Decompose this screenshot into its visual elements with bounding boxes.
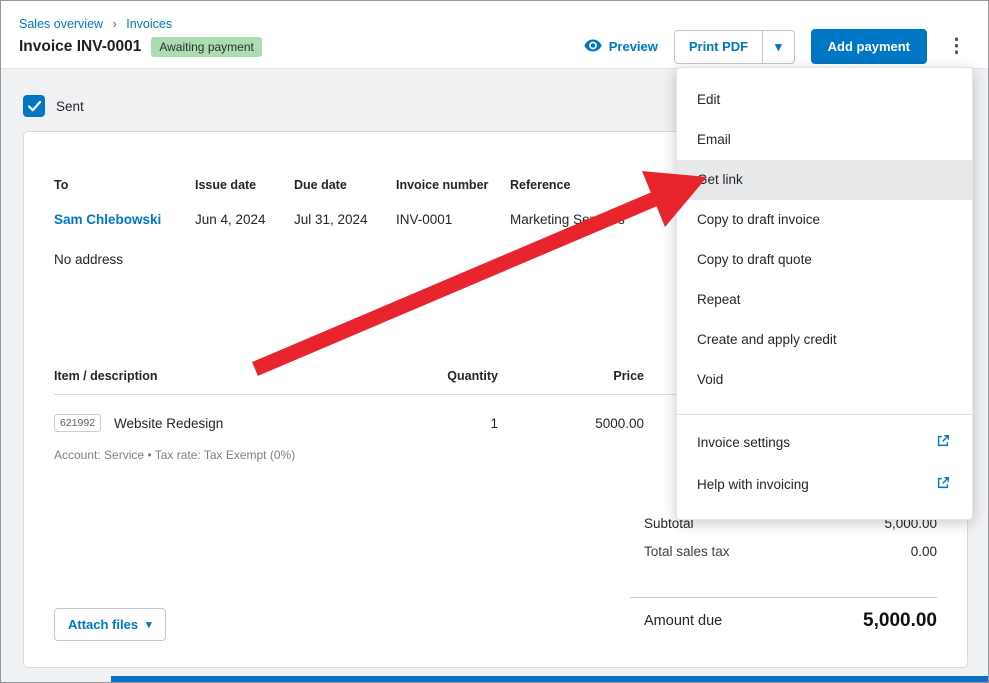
- field-reference-value: Marketing Services: [510, 212, 625, 227]
- invoice-page: Sales overview › Invoices Invoice INV-00…: [0, 0, 989, 683]
- field-reference: Reference Marketing Services: [510, 178, 625, 227]
- field-due-date-label: Due date: [294, 178, 347, 192]
- add-payment-button[interactable]: Add payment: [810, 29, 927, 64]
- column-header-description: Item / description: [54, 369, 158, 383]
- item-meta-text: Account: Service • Tax rate: Tax Exempt …: [54, 448, 296, 462]
- header-actions: Preview Print PDF ▾ Add payment ⋮: [584, 29, 970, 64]
- item-code-badge: 621992: [54, 414, 102, 432]
- field-to: To Sam Chlebowski: [54, 178, 161, 227]
- field-invoice-number-value: INV-0001: [396, 212, 453, 227]
- sent-row: Sent: [23, 95, 84, 117]
- breadcrumb-sales-overview[interactable]: Sales overview: [19, 17, 103, 31]
- sent-checkbox[interactable]: [23, 95, 45, 117]
- menu-item-email[interactable]: Email: [677, 120, 972, 160]
- menu-item-create-and-apply-credit[interactable]: Create and apply credit: [677, 320, 972, 360]
- item-price: 5000.00: [595, 416, 644, 431]
- no-address-text: No address: [54, 252, 124, 267]
- attach-files-button[interactable]: Attach files ▾: [54, 608, 166, 641]
- column-header-quantity: Quantity: [447, 369, 498, 383]
- field-invoice-number: Invoice number INV-0001: [396, 178, 488, 227]
- amount-due-value: 5,000.00: [863, 610, 937, 631]
- invoice-settings-label: Invoice settings: [697, 434, 791, 450]
- field-issue-date-value: Jun 4, 2024: [195, 212, 266, 227]
- menu-item-get-link[interactable]: Get link: [677, 160, 972, 200]
- chevron-down-icon: ▾: [146, 619, 152, 631]
- breadcrumb-separator-icon: ›: [112, 17, 117, 31]
- tax-row: Total sales tax 0.00: [644, 544, 937, 559]
- bottom-blue-strip: [111, 676, 988, 682]
- title-row: Invoice INV-0001 Awaiting payment: [19, 37, 262, 57]
- breadcrumb-invoices[interactable]: Invoices: [126, 17, 172, 31]
- field-due-date-value: Jul 31, 2024: [294, 212, 368, 227]
- menu-divider: [677, 414, 972, 415]
- field-due-date: Due date Jul 31, 2024: [294, 178, 368, 227]
- menu-item-copy-to-draft-quote[interactable]: Copy to draft quote: [677, 240, 972, 280]
- tax-label: Total sales tax: [644, 544, 730, 559]
- status-badge: Awaiting payment: [151, 37, 262, 57]
- preview-button[interactable]: Preview: [584, 39, 658, 55]
- external-link-icon: [936, 476, 950, 493]
- chevron-down-icon: ▾: [775, 38, 782, 54]
- eye-icon: [584, 39, 602, 55]
- item-quantity: 1: [490, 416, 498, 431]
- sent-label: Sent: [56, 98, 84, 114]
- print-pdf-split-button: Print PDF ▾: [673, 29, 795, 64]
- top-bar: Sales overview › Invoices Invoice INV-00…: [1, 1, 988, 69]
- amount-due-row: Amount due 5,000.00: [644, 610, 937, 632]
- menu-item-repeat[interactable]: Repeat: [677, 280, 972, 320]
- kebab-menu-icon[interactable]: ⋮: [943, 35, 970, 58]
- field-invoice-number-label: Invoice number: [396, 178, 489, 192]
- attach-files-label: Attach files: [68, 617, 139, 632]
- preview-label: Preview: [608, 39, 658, 54]
- help-with-invoicing-label: Help with invoicing: [697, 476, 809, 492]
- amount-due-label: Amount due: [644, 613, 723, 629]
- context-menu: Edit Email Get link Copy to draft invoic…: [676, 67, 973, 520]
- menu-item-void[interactable]: Void: [677, 360, 972, 400]
- external-link-icon: [936, 434, 950, 451]
- tax-value: 0.00: [910, 544, 937, 559]
- menu-item-help-with-invoicing[interactable]: Help with invoicing: [677, 463, 972, 505]
- column-header-price: Price: [613, 369, 644, 383]
- print-pdf-button[interactable]: Print PDF: [673, 29, 763, 64]
- field-to-label: To: [54, 178, 69, 192]
- item-description: Website Redesign: [114, 416, 224, 431]
- menu-item-copy-to-draft-invoice[interactable]: Copy to draft invoice: [677, 200, 972, 240]
- field-issue-date-label: Issue date: [195, 178, 257, 192]
- contact-link[interactable]: Sam Chlebowski: [54, 212, 161, 227]
- breadcrumb: Sales overview › Invoices: [19, 17, 172, 31]
- menu-item-invoice-settings[interactable]: Invoice settings: [677, 421, 972, 463]
- page-title: Invoice INV-0001: [19, 38, 142, 55]
- print-pdf-dropdown-button[interactable]: ▾: [762, 29, 795, 64]
- field-issue-date: Issue date Jun 4, 2024: [195, 178, 266, 227]
- field-reference-label: Reference: [510, 178, 571, 192]
- menu-item-edit[interactable]: Edit: [677, 80, 972, 120]
- totals-divider: [630, 597, 937, 598]
